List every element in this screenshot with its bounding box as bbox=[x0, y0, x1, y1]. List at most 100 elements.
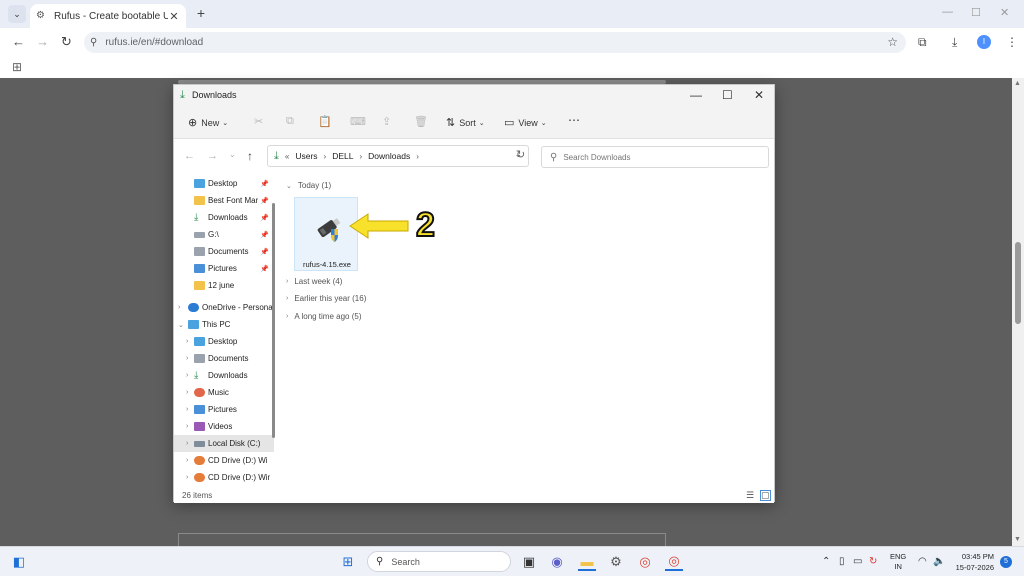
maximize-icon[interactable]: ☐ bbox=[971, 6, 981, 19]
breadcrumb-users[interactable]: Users bbox=[295, 151, 317, 161]
nav-item-local-disk[interactable]: › Local Disk (C:) bbox=[174, 435, 274, 452]
copy-icon[interactable]: ⧉ bbox=[286, 115, 294, 128]
close-icon[interactable]: ✕ bbox=[754, 88, 764, 102]
up-icon[interactable]: ↑ bbox=[247, 149, 253, 163]
breadcrumb[interactable]: ⤓ « Users › DELL › Downloads › ⌄ bbox=[267, 145, 529, 167]
chat-icon[interactable]: ◉ bbox=[548, 553, 566, 571]
bookmark-star-icon[interactable]: ☆ bbox=[887, 35, 898, 49]
chevron-down-icon[interactable]: ⌄ bbox=[178, 321, 184, 329]
close-tab-icon[interactable]: ✕ bbox=[168, 10, 180, 23]
nav-item-desktop[interactable]: Desktop 📌 bbox=[174, 175, 274, 192]
chevron-right-icon[interactable]: › bbox=[186, 355, 188, 362]
nav-item-pc-documents[interactable]: › Documents bbox=[174, 350, 274, 367]
task-view-icon[interactable]: ▣ bbox=[520, 553, 538, 571]
nav-item-g-drive[interactable]: G:\ 📌 bbox=[174, 226, 274, 243]
view-button[interactable]: ▭ View ⌄ bbox=[504, 116, 547, 129]
close-window-icon[interactable]: ✕ bbox=[1000, 6, 1009, 19]
group-last-week[interactable]: › Last week (4) bbox=[286, 277, 342, 286]
minimize-icon[interactable]: — bbox=[690, 88, 702, 102]
back-icon[interactable]: ← bbox=[184, 150, 195, 162]
breadcrumb-dell[interactable]: DELL bbox=[332, 151, 353, 161]
start-icon[interactable]: ⊞ bbox=[339, 553, 357, 571]
nav-item-music[interactable]: › Music bbox=[174, 384, 274, 401]
search-box[interactable]: ⚲ bbox=[541, 146, 769, 168]
widgets-icon[interactable]: ◧ bbox=[10, 553, 28, 571]
nav-scrollbar-thumb[interactable] bbox=[272, 203, 275, 438]
nav-item-videos[interactable]: › Videos bbox=[174, 418, 274, 435]
show-hidden-icons-icon[interactable]: ⌃ bbox=[822, 556, 830, 567]
apps-grid-icon[interactable]: ⊞ bbox=[12, 60, 22, 74]
tab-search-menu-button[interactable]: ⌄ bbox=[8, 5, 26, 23]
nav-item-cd-drive[interactable]: › CD Drive (D:) Wi bbox=[174, 452, 274, 469]
chevron-right-icon[interactable]: › bbox=[186, 423, 188, 430]
nav-item-pc-desktop[interactable]: › Desktop bbox=[174, 333, 274, 350]
chrome-profile-icon[interactable]: ◎ bbox=[665, 553, 683, 571]
minimize-icon[interactable]: — bbox=[942, 6, 953, 18]
volume-icon[interactable]: 🔈 bbox=[933, 556, 945, 567]
scroll-up-icon[interactable]: ▲ bbox=[1014, 80, 1021, 87]
tiles-view-icon[interactable]: ▢ bbox=[760, 490, 771, 501]
delete-icon[interactable]: 🗑 bbox=[414, 115, 428, 128]
chevron-right-icon[interactable]: › bbox=[186, 406, 188, 413]
sort-button[interactable]: ⇅ Sort ⌄ bbox=[446, 116, 485, 129]
notification-badge[interactable]: 5 bbox=[1000, 556, 1012, 568]
chevron-right-icon[interactable]: › bbox=[186, 338, 188, 345]
more-options-icon[interactable]: ⋯ bbox=[568, 113, 580, 127]
reload-icon[interactable]: ↻ bbox=[61, 34, 72, 50]
nav-item-12-june[interactable]: 12 june bbox=[174, 277, 274, 294]
recent-chevron-icon[interactable]: ⌄ bbox=[229, 150, 236, 159]
search-input[interactable] bbox=[563, 152, 744, 162]
nav-scrollbar[interactable] bbox=[272, 173, 276, 489]
nav-item-documents[interactable]: Documents 📌 bbox=[174, 243, 274, 260]
usb-tray-icon[interactable]: ▯ bbox=[839, 556, 845, 567]
nav-item-pictures[interactable]: Pictures 📌 bbox=[174, 260, 274, 277]
nav-item-pc-downloads[interactable]: › ⤓ Downloads bbox=[174, 367, 274, 384]
profile-avatar[interactable]: I bbox=[977, 35, 991, 49]
group-long-ago[interactable]: › A long time ago (5) bbox=[286, 312, 362, 321]
settings-icon[interactable]: ⚙ bbox=[607, 553, 625, 571]
extensions-icon[interactable]: ⧉ bbox=[918, 35, 927, 50]
browser-tab[interactable]: ⚙ Rufus - Create bootable USB dr ✕ bbox=[30, 4, 186, 28]
clock[interactable]: 03:45 PM 15-07-2026 bbox=[952, 551, 994, 573]
refresh-icon[interactable]: ↻ bbox=[516, 148, 525, 161]
downloads-icon[interactable]: ⤓ bbox=[952, 35, 957, 50]
chevron-right-icon[interactable]: › bbox=[186, 372, 188, 379]
breadcrumb-downloads[interactable]: Downloads bbox=[368, 151, 410, 161]
chevron-right-icon[interactable]: › bbox=[186, 389, 188, 396]
group-today[interactable]: ⌄ Today (1) bbox=[286, 181, 331, 190]
nav-item-onedrive[interactable]: › OneDrive - Persona bbox=[174, 299, 274, 316]
nav-item-best-font[interactable]: Best Font Mar 📌 bbox=[174, 192, 274, 209]
chrome-icon[interactable]: ◎ bbox=[636, 553, 654, 571]
nav-item-downloads[interactable]: ⤓ Downloads 📌 bbox=[174, 209, 274, 226]
page-scrollbar[interactable]: ▲ ▼ bbox=[1012, 78, 1024, 546]
chevron-right-icon[interactable]: › bbox=[186, 440, 188, 447]
explorer-title-bar[interactable]: ⤓ Downloads — ☐ ✕ bbox=[174, 85, 774, 107]
address-bar[interactable]: ⚲ rufus.ie/en/#download ☆ bbox=[84, 32, 906, 53]
overflow-icon[interactable]: « bbox=[285, 152, 289, 161]
back-icon[interactable]: ← bbox=[12, 34, 25, 49]
site-info-icon[interactable]: ⚲ bbox=[90, 37, 97, 48]
nav-item-this-pc[interactable]: ⌄ This PC bbox=[174, 316, 274, 333]
details-view-icon[interactable]: ☰ bbox=[746, 490, 754, 501]
scroll-down-icon[interactable]: ▼ bbox=[1014, 536, 1021, 543]
cut-icon[interactable]: ✂ bbox=[254, 115, 263, 128]
chevron-right-icon[interactable]: › bbox=[178, 304, 180, 311]
rename-icon[interactable]: ⌨ bbox=[350, 115, 366, 128]
chevron-right-icon[interactable]: › bbox=[186, 474, 188, 481]
language-indicator[interactable]: ENG IN bbox=[890, 552, 906, 572]
nav-item-pc-pictures[interactable]: › Pictures bbox=[174, 401, 274, 418]
forward-icon[interactable]: → bbox=[36, 34, 49, 49]
chevron-right-icon[interactable]: › bbox=[186, 457, 188, 464]
phone-link-icon[interactable]: ▭ bbox=[853, 556, 862, 567]
taskbar-search[interactable]: ⚲ Search bbox=[367, 551, 511, 572]
file-explorer-icon[interactable]: ▬ bbox=[578, 553, 596, 571]
security-icon[interactable]: ↻ bbox=[869, 556, 877, 567]
maximize-icon[interactable]: ☐ bbox=[722, 88, 733, 102]
menu-icon[interactable]: ⋮ bbox=[1006, 35, 1018, 49]
share-icon[interactable]: ⇪ bbox=[382, 115, 391, 128]
new-tab-button[interactable]: + bbox=[193, 5, 209, 21]
nav-item-cd-drive-2[interactable]: › CD Drive (D:) Win bbox=[174, 469, 274, 486]
forward-icon[interactable]: → bbox=[207, 150, 218, 162]
wifi-icon[interactable]: ◠ bbox=[918, 556, 927, 567]
group-earlier-year[interactable]: › Earlier this year (16) bbox=[286, 294, 366, 303]
